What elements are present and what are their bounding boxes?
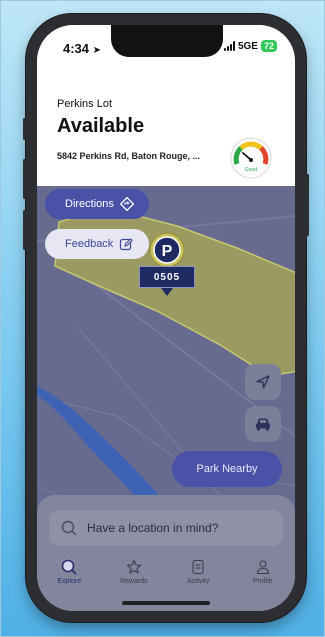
person-icon (256, 560, 269, 575)
tab-profile-label: Profile (252, 578, 273, 585)
tab-explore-label: Explore (57, 578, 82, 585)
status-time: 4:34 ➤ (63, 41, 101, 56)
parking-marker[interactable]: P 0505 (139, 232, 195, 304)
occupancy-gauge[interactable]: Good (230, 137, 272, 179)
lot-address: 5842 Perkins Rd, Baton Rouge, ... (57, 151, 201, 161)
network-type: 5GE (237, 40, 258, 52)
lot-name: Perkins Lot (57, 98, 113, 110)
tab-rewards-label: Rewards (119, 578, 148, 585)
phone-action-button (23, 118, 26, 140)
tab-activity-label: Activity (187, 578, 210, 585)
directions-button[interactable]: Directions (45, 189, 149, 219)
tab-rewards[interactable]: Rewards (102, 559, 167, 595)
car-icon (256, 418, 270, 431)
tab-explore[interactable]: Explore (37, 559, 102, 595)
gauge-icon: Good (230, 137, 272, 179)
location-arrow-icon: ➤ (92, 45, 102, 56)
phone-volume-down-button (23, 210, 26, 250)
phone-volume-up-button (23, 159, 26, 199)
edit-icon (120, 238, 134, 251)
tab-activity[interactable]: Activity (166, 559, 231, 595)
location-arrow-icon (256, 375, 270, 389)
feedback-label: Feedback (65, 238, 114, 250)
feedback-button[interactable]: Feedback (45, 229, 149, 259)
star-icon (126, 559, 141, 574)
phone-frame: 4:34 ➤ 5GE 72 Perkins Lot Available 5842… (23, 14, 309, 622)
lot-availability-status: Available (57, 115, 145, 137)
my-location-button[interactable] (245, 364, 281, 400)
tab-profile[interactable]: Profile (231, 559, 296, 595)
phone-power-button (306, 174, 309, 236)
search-bar[interactable]: Have a location in mind? (49, 510, 283, 546)
status-time-text: 4:34 (63, 41, 90, 56)
park-nearby-button[interactable]: Park Nearby (172, 451, 282, 487)
directions-label: Directions (65, 198, 114, 210)
battery-icon: 72 (260, 40, 277, 52)
search-icon (61, 559, 77, 575)
dynamic-island (111, 25, 223, 57)
phone-screen: 4:34 ➤ 5GE 72 Perkins Lot Available 5842… (37, 25, 295, 611)
search-icon (61, 520, 77, 536)
directions-icon (119, 197, 134, 211)
search-placeholder: Have a location in mind? (87, 521, 219, 535)
lot-info-header: 4:34 ➤ 5GE 72 Perkins Lot Available 5842… (37, 25, 295, 186)
parking-letter: P (162, 243, 173, 260)
gauge-label: Good (245, 167, 257, 173)
tab-bar: Explore Rewards Activity Profile (37, 559, 295, 595)
home-indicator (122, 601, 210, 605)
car-button[interactable] (245, 406, 281, 442)
document-icon (192, 559, 204, 575)
status-indicators: 5GE 72 (223, 40, 277, 52)
bottom-sheet: Have a location in mind? Explore Rewards (37, 495, 295, 611)
signal-icon (223, 41, 235, 51)
parking-spot-code: 0505 (139, 266, 195, 288)
